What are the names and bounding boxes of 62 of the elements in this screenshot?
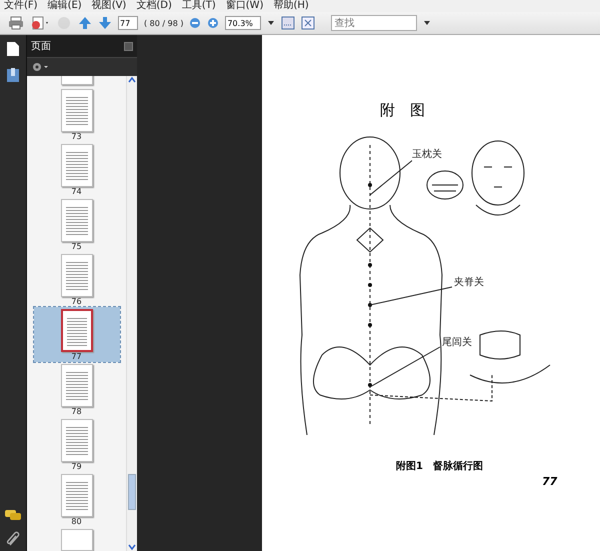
zoom-field[interactable]: 70.3% (225, 16, 262, 30)
menu-item[interactable]: 帮助(H) (273, 0, 309, 12)
page-thumbnail (60, 308, 92, 352)
thumbnail-item[interactable]: 75 (34, 196, 120, 252)
menu-item[interactable]: 工具(T) (182, 0, 216, 12)
thumbnail-item[interactable]: 77 (34, 306, 120, 362)
panel-menu-button[interactable] (124, 42, 133, 50)
page-label: 74 (71, 186, 82, 197)
page-label: 76 (71, 296, 82, 307)
thumbnail-item[interactable]: 76 (34, 252, 120, 307)
page-label: 73 (71, 132, 82, 142)
page-thumbnail[interactable] (60, 528, 92, 551)
page-label: 79 (71, 462, 82, 472)
thumbnail-item[interactable]: 80 (34, 472, 120, 527)
page-thumbnail (60, 364, 92, 407)
bookmarks-icon[interactable] (6, 67, 20, 83)
scroll-thumb[interactable] (128, 474, 136, 510)
paperclip-icon[interactable] (6, 531, 20, 547)
thumbnail-item[interactable]: 74 (34, 142, 120, 197)
fit-page-icon[interactable] (281, 16, 296, 30)
page-number: 77 (542, 475, 558, 488)
figure-heading: 附 图 (380, 101, 425, 120)
scroll-down-icon[interactable] (127, 543, 137, 551)
page-thumbnail (60, 144, 92, 187)
page-label: 75 (71, 242, 82, 252)
page-thumbnail[interactable] (60, 76, 92, 85)
leader-line (370, 158, 414, 196)
thumbnail-item[interactable]: 79 (34, 416, 120, 472)
menu-item[interactable]: 视图(V) (92, 0, 126, 12)
print-icon[interactable] (8, 16, 24, 30)
page-label: 78 (71, 406, 82, 417)
page-thumbnail (60, 418, 92, 462)
thumbnail-item[interactable]: 73 (34, 86, 120, 142)
panel-title: 页面 (31, 40, 51, 53)
scrollbar[interactable] (126, 76, 137, 551)
dropdown-icon[interactable] (267, 20, 276, 26)
fit-width-icon[interactable] (301, 16, 316, 30)
pages-icon[interactable] (6, 41, 20, 57)
page-thumbnail (60, 88, 92, 132)
thumbnail-item[interactable]: 78 (34, 362, 120, 417)
page-number-field[interactable]: 77 (118, 16, 138, 30)
down-arrow-icon[interactable] (98, 16, 112, 30)
point-label: 尾闾关 (442, 335, 472, 349)
menu-item[interactable]: 编辑(E) (48, 0, 82, 12)
point-label: 玉枕关 (412, 147, 442, 161)
page-label: 77 (71, 352, 82, 362)
point-label: 夹脊关 (454, 275, 484, 289)
page-count: ( 80 / 98 ) (144, 18, 184, 28)
dropdown-icon[interactable] (423, 20, 432, 26)
comments-icon[interactable] (4, 509, 22, 521)
page-thumbnail (60, 198, 92, 242)
zoom-out-icon[interactable] (189, 17, 202, 29)
up-arrow-icon[interactable] (78, 16, 92, 30)
search-field[interactable]: 查找 (331, 15, 418, 31)
figure-caption: 附图1 督脉循行图 (396, 459, 483, 473)
zoom-in-icon[interactable] (207, 17, 220, 29)
page-thumbnail (60, 474, 92, 517)
page-label: 80 (71, 516, 82, 527)
page-thumbnail (60, 254, 92, 297)
gear-icon[interactable] (31, 62, 49, 72)
document-icon[interactable] (30, 16, 50, 30)
scroll-up-icon[interactable] (127, 76, 137, 84)
